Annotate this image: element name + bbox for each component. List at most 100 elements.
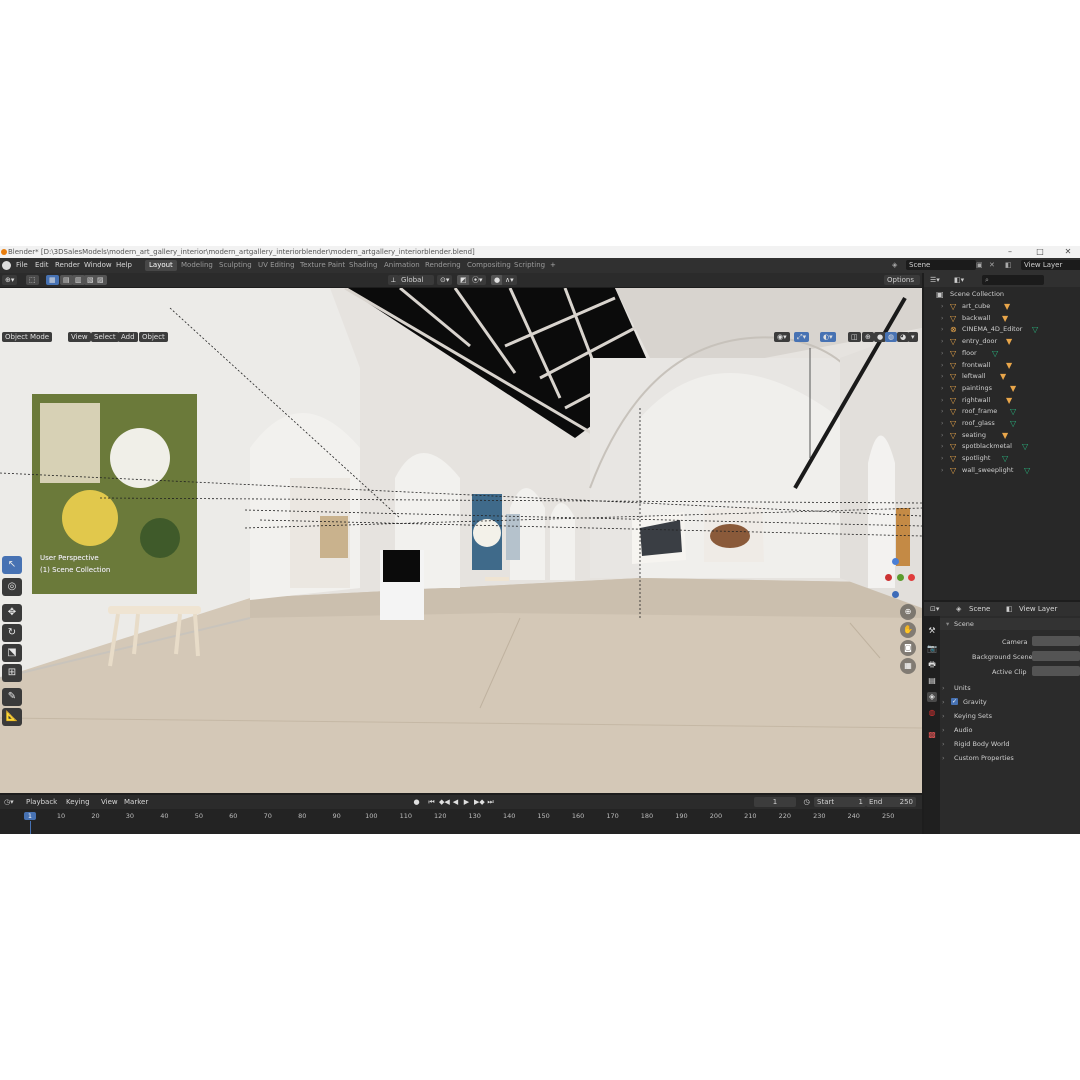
editor-type-icon[interactable]: ⊕▾ [2, 275, 18, 285]
marker-menu[interactable]: Marker [124, 798, 148, 806]
rotate-tool-icon[interactable]: ↻ [2, 624, 22, 642]
expand-icon[interactable]: › [941, 395, 943, 407]
pan-hand-icon[interactable]: ✋ [900, 622, 916, 638]
expand-icon[interactable]: › [941, 371, 943, 383]
mesh-data-icon[interactable]: ▼ [1002, 430, 1008, 442]
select-mode-extend-icon[interactable]: ▤ [60, 275, 73, 285]
zoom-icon[interactable]: ⊕ [900, 604, 916, 620]
jump-keyframe-back-icon[interactable]: ◆◀ [439, 798, 450, 807]
mesh-data-icon[interactable]: ▽ [1010, 418, 1016, 430]
outliner-item-spotblackmetal[interactable]: › ▽ spotblackmetal ▽ [924, 441, 1080, 453]
expand-icon[interactable]: › [941, 383, 943, 395]
timeline-view-menu[interactable]: View [101, 798, 118, 806]
expand-icon[interactable]: › [941, 313, 943, 325]
expand-icon[interactable]: › [941, 453, 943, 465]
tab-scripting[interactable]: Scripting [510, 260, 549, 271]
axis-z-icon[interactable] [892, 558, 899, 565]
end-frame-field[interactable]: End 250 [866, 797, 916, 807]
new-scene-icon[interactable]: ▣ [976, 261, 983, 269]
mesh-data-icon[interactable]: ▽ [992, 348, 998, 360]
select-mode-intersect-icon[interactable]: ▨ [94, 275, 107, 285]
mesh-data-icon[interactable]: ▽ [1010, 406, 1016, 418]
axis-z-neg-icon[interactable] [892, 591, 899, 598]
close-icon[interactable]: ✕ [1058, 246, 1078, 258]
outliner-item-frontwall[interactable]: › ▽ frontwall ▼ [924, 360, 1080, 372]
gravity-checkbox[interactable]: ✓ [951, 698, 958, 705]
perspective-grid-icon[interactable]: ▦ [900, 658, 916, 674]
tab-layout[interactable]: Layout [145, 260, 177, 271]
expand-icon[interactable]: › [941, 324, 943, 336]
shading-material-icon[interactable]: ◍ [885, 332, 898, 342]
object-menu[interactable]: Object [139, 332, 168, 342]
render-tab-icon[interactable]: 📷 [927, 644, 937, 654]
falloff-icon[interactable]: ∧▾ [502, 275, 517, 285]
tab-uv-editing[interactable]: UV Editing [254, 260, 299, 271]
properties-type-icon[interactable]: ⊡▾ [930, 605, 939, 613]
mesh-data-icon[interactable]: ▼ [1010, 383, 1016, 395]
current-frame-field[interactable]: 1 [754, 797, 796, 807]
outliner-item-cinema-4d-editor[interactable]: › ⊗ CINEMA_4D_Editor ▽ [924, 324, 1080, 336]
outliner-item-floor[interactable]: › ▽ floor ▽ [924, 348, 1080, 360]
select-mode-new-icon[interactable]: ▦ [46, 275, 59, 285]
outliner-scene-collection[interactable]: ▣ Scene Collection [924, 289, 1080, 301]
timeline-type-icon[interactable]: ◷▾ [4, 798, 14, 806]
expand-icon[interactable]: › [941, 430, 943, 442]
mesh-data-icon[interactable]: ▽ [1024, 465, 1030, 477]
overlays-icon[interactable]: ◐▾ [820, 332, 836, 342]
texture-tab-icon[interactable]: ▩ [927, 730, 937, 740]
menu-file[interactable]: File [16, 261, 28, 269]
mesh-data-icon[interactable]: ▼ [1006, 336, 1012, 348]
expand-icon[interactable]: › [941, 406, 943, 418]
tab-animation[interactable]: Animation [380, 260, 424, 271]
outliner-item-rightwall[interactable]: › ▽ rightwall ▼ [924, 395, 1080, 407]
snap-icon[interactable]: ◩ [457, 275, 470, 285]
outliner-item-spotlight[interactable]: › ▽ spotlight ▽ [924, 453, 1080, 465]
pivot-point-icon[interactable]: ⊙▾ [437, 275, 453, 285]
select-menu[interactable]: Select [91, 332, 119, 342]
blender-menu-icon[interactable] [2, 261, 11, 270]
outliner-item-wall-sweeplight[interactable]: › ▽ wall_sweeplight ▽ [924, 465, 1080, 477]
outliner-search-input[interactable]: ⌕ [982, 275, 1044, 285]
mesh-data-icon[interactable]: ▽ [1002, 453, 1008, 465]
tab-rendering[interactable]: Rendering [421, 260, 465, 271]
minimize-icon[interactable]: – [1000, 246, 1020, 258]
menu-edit[interactable]: Edit [35, 261, 49, 269]
mesh-data-icon[interactable]: ▽ [1022, 441, 1028, 453]
annotate-tool-icon[interactable]: ✎ [2, 688, 22, 706]
object-mode-dropdown[interactable]: Object Mode [2, 332, 53, 342]
outliner-item-paintings[interactable]: › ▽ paintings ▼ [924, 383, 1080, 395]
expand-icon[interactable]: › [941, 348, 943, 360]
outliner-item-roof-glass[interactable]: › ▽ roof_glass ▽ [924, 418, 1080, 430]
expand-icon[interactable]: › [941, 336, 943, 348]
background-scene-field[interactable] [1032, 651, 1080, 661]
jump-keyframe-forward-icon[interactable]: ▶◆ [474, 798, 485, 807]
view-layer-selector[interactable]: View Layer [1021, 260, 1080, 270]
add-menu[interactable]: Add [118, 332, 138, 342]
properties-scene-label[interactable]: Scene [969, 605, 990, 613]
play-icon[interactable]: ▶ [462, 798, 471, 807]
play-reverse-icon[interactable]: ◀ [451, 798, 460, 807]
outliner-item-roof-frame[interactable]: › ▽ roof_frame ▽ [924, 406, 1080, 418]
playback-menu[interactable]: Playback [26, 798, 57, 806]
expand-icon[interactable]: › [941, 360, 943, 372]
outliner-item-art-cube[interactable]: › ▽ art_cube ▼ [924, 301, 1080, 313]
tab-modeling[interactable]: Modeling [177, 260, 217, 271]
scale-tool-icon[interactable]: ⬔ [2, 644, 22, 662]
tab-texture-paint[interactable]: Texture Paint [296, 260, 349, 271]
axis-x-neg-icon[interactable] [885, 574, 892, 581]
select-mode-subtract-icon[interactable]: ▥ [72, 275, 85, 285]
scene-tab-side-icon[interactable]: ◈ [927, 692, 937, 702]
properties-view-layer-label[interactable]: View Layer [1019, 605, 1057, 613]
view-layer-tab-side-icon[interactable]: ▤ [927, 676, 937, 686]
options-dropdown[interactable]: Options [884, 275, 920, 285]
mesh-data-icon[interactable]: ▼ [1002, 313, 1008, 325]
outliner-item-seating[interactable]: › ▽ seating ▼ [924, 430, 1080, 442]
camera-view-icon[interactable]: ◙ [900, 640, 916, 656]
tool-tab-icon[interactable]: ⚒ [927, 626, 937, 636]
mesh-data-icon[interactable]: ▽ [1032, 324, 1038, 336]
measure-tool-icon[interactable]: 📐 [2, 708, 22, 726]
outliner-item-leftwall[interactable]: › ▽ leftwall ▼ [924, 371, 1080, 383]
outliner-type-icon[interactable]: ☰▾ [930, 276, 940, 284]
maximize-icon[interactable]: □ [1030, 246, 1050, 258]
outliner-item-entry-door[interactable]: › ▽ entry_door ▼ [924, 336, 1080, 348]
